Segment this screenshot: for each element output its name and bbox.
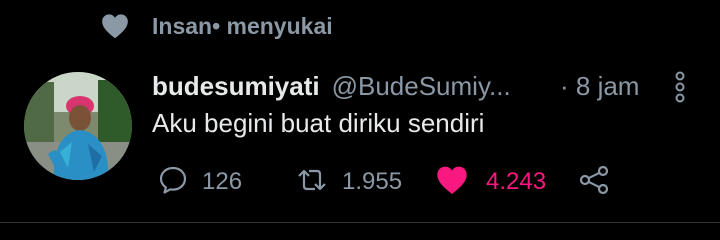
like-button[interactable]: 4.243 [436,162,546,202]
reply-icon [158,165,188,200]
display-name[interactable]: budesumiyati [152,71,320,102]
social-context: Insan• menyukai [100,8,333,44]
reply-button[interactable]: 126 [158,162,242,202]
social-context-text[interactable]: Insan• menyukai [152,13,333,40]
like-count: 4.243 [486,168,547,195]
heart-icon [100,11,130,41]
retweet-count: 1.955 [342,168,403,195]
more-icon[interactable] [668,70,692,104]
tweet-timestamp[interactable]: · 8 jam [560,66,639,106]
tweet-text: Aku begini buat diriku sendiri [152,108,485,138]
tweet-actions: 126 1.955 4.243 [150,162,630,202]
user-handle[interactable]: @BudeSumiy... [332,71,511,102]
reply-count: 126 [202,168,243,195]
like-icon [436,165,468,200]
share-button[interactable] [578,162,610,202]
tweet-header: budesumiyati @BudeSumiy... [152,66,511,106]
retweet-icon [296,165,328,200]
share-icon [578,164,610,201]
avatar[interactable] [24,72,132,180]
retweet-button[interactable]: 1.955 [296,162,402,202]
divider [0,222,720,223]
